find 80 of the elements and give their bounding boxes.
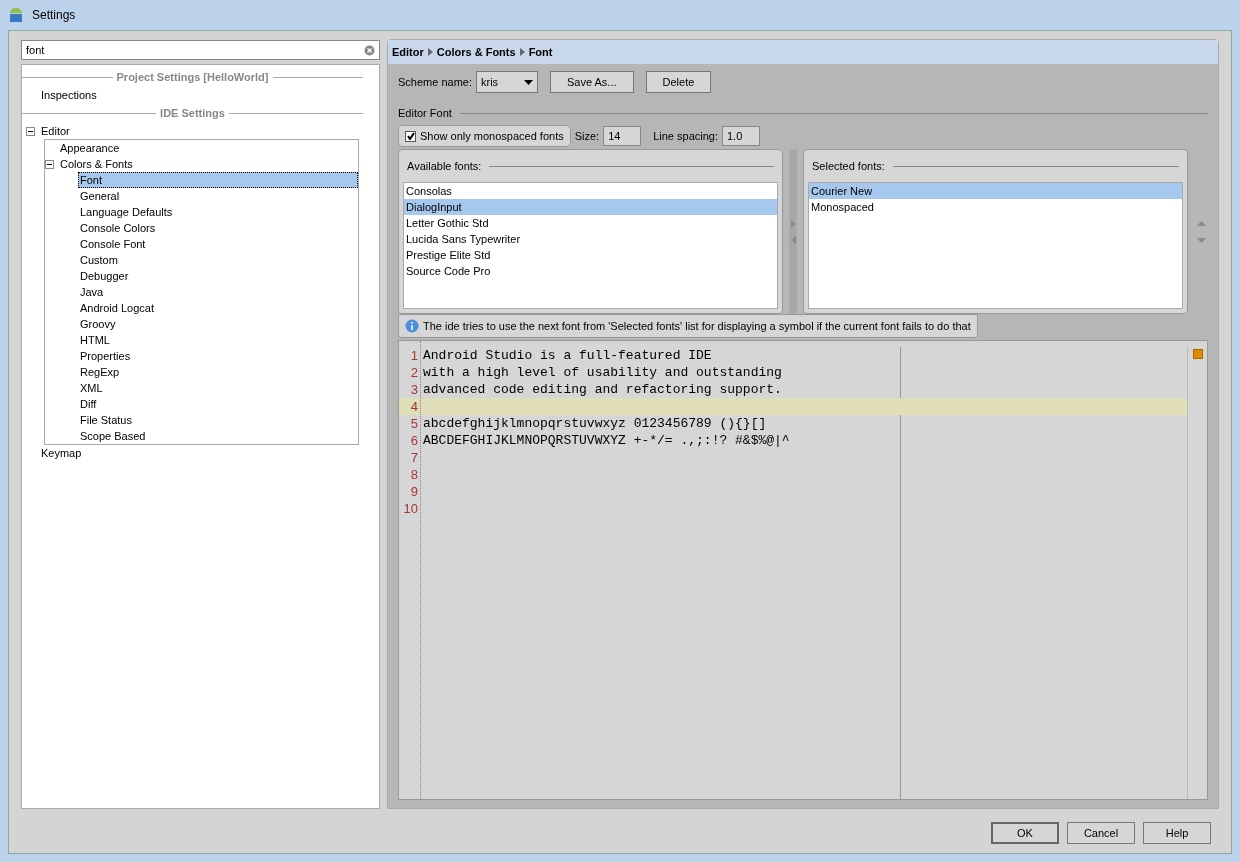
up-arrow-icon[interactable] xyxy=(1196,220,1206,226)
caret-icon xyxy=(524,79,533,85)
error-stripe-marker xyxy=(1192,349,1203,359)
tree-item[interactable]: Java xyxy=(78,284,358,300)
tree-item[interactable]: Console Font xyxy=(78,236,358,252)
chevron-icon xyxy=(519,48,525,56)
line-number: 7 xyxy=(410,450,418,465)
tree-item[interactable]: Groovy xyxy=(78,316,358,332)
search-field[interactable]: font xyxy=(21,40,380,60)
font-list-item[interactable]: Source Code Pro xyxy=(404,263,777,279)
tree-item[interactable]: Debugger xyxy=(78,268,358,284)
code-line: ABCDEFGHIJKLMNOPQRSTUVWXYZ +-*/= .,;:!? #&$%@|^ xyxy=(423,433,790,448)
list-title: Available fonts: xyxy=(407,158,482,174)
tree-item[interactable]: Keymap xyxy=(39,445,363,461)
spacing-field[interactable]: 1.0 xyxy=(722,126,760,146)
tree-item[interactable]: Font xyxy=(78,172,358,188)
font-list-item[interactable]: Consolas xyxy=(404,183,777,199)
code-line: advanced code editing and refactoring support. xyxy=(423,382,782,397)
breadcrumb-item[interactable]: Editor xyxy=(392,43,424,61)
tree-item[interactable]: Scope Based xyxy=(78,428,358,444)
code-line: with a high level of usability and outstanding xyxy=(423,365,782,380)
section-title: IDE Settings xyxy=(160,105,225,121)
down-arrow-icon[interactable] xyxy=(1196,237,1206,243)
tree-item[interactable]: RegExp xyxy=(78,364,358,380)
tree-item[interactable]: Custom xyxy=(78,252,358,268)
dialog-button[interactable]: OK xyxy=(991,822,1059,844)
font-list-item[interactable]: Monospaced xyxy=(809,199,1182,215)
scheme-dropdown[interactable]: kris xyxy=(476,71,538,93)
tree-item[interactable]: Appearance xyxy=(58,140,358,156)
tree-item[interactable]: Properties xyxy=(78,348,358,364)
chevron-icon xyxy=(427,48,433,56)
font-list-item[interactable]: DialogInput xyxy=(404,199,777,215)
tree-item[interactable]: Android Logcat xyxy=(78,300,358,316)
code-line: Android Studio is a full-featured IDE xyxy=(423,348,712,363)
line-number: 2 xyxy=(410,365,418,380)
collapse-icon[interactable] xyxy=(45,159,54,169)
group-title: Editor Font xyxy=(398,105,452,121)
line-number: 3 xyxy=(410,382,418,397)
scheme-button[interactable]: Save As... xyxy=(550,71,634,93)
spacing-label: Line spacing: xyxy=(653,128,718,144)
code-line: abcdefghijklmnopqrstuvwxyz 0123456789 (){}[] xyxy=(423,416,767,431)
tree-item[interactable]: HTML xyxy=(78,332,358,348)
line-number: 10 xyxy=(403,501,418,516)
font-list-item[interactable]: Courier New xyxy=(809,183,1182,199)
tree-item[interactable]: Colors & Fonts xyxy=(58,156,358,172)
size-label: Size: xyxy=(574,128,600,144)
tree-item[interactable]: XML xyxy=(78,380,358,396)
line-number: 8 xyxy=(410,467,418,482)
line-number: 4 xyxy=(410,399,418,414)
info-icon xyxy=(405,319,419,333)
breadcrumb-item[interactable]: Font xyxy=(528,43,553,61)
scheme-label: Scheme name: xyxy=(398,74,472,90)
window-title: Settings xyxy=(32,7,76,24)
line-number: 9 xyxy=(410,484,418,499)
tree-item[interactable]: Console Colors xyxy=(78,220,358,236)
collapse-icon[interactable] xyxy=(26,126,35,136)
list-title: Selected fonts: xyxy=(812,158,885,174)
scheme-button[interactable]: Delete xyxy=(645,71,712,93)
monospaced-checkbox[interactable]: Show only monospaced fonts xyxy=(398,125,571,147)
tree-item[interactable]: Inspections xyxy=(39,87,363,103)
line-number: 1 xyxy=(410,348,418,363)
dialog-button[interactable]: Cancel xyxy=(1067,822,1135,844)
tree-item[interactable]: Language Defaults xyxy=(78,204,358,220)
hint-text: The ide tries to use the next font from 'Selected fonts' list for displaying a symbol if the current font fails to do that xyxy=(423,318,971,334)
checkbox[interactable] xyxy=(405,130,416,142)
section-title: Project Settings [HelloWorld] xyxy=(116,69,269,85)
font-list-item[interactable]: Prestige Elite Std xyxy=(404,247,777,263)
tree-item[interactable]: General xyxy=(78,188,358,204)
tree-item[interactable]: File Status xyxy=(78,412,358,428)
dialog-button[interactable]: Help xyxy=(1143,822,1211,844)
clear-icon[interactable] xyxy=(364,44,375,56)
breadcrumb-item[interactable]: Colors & Fonts xyxy=(436,43,516,61)
tree-item[interactable]: Diff xyxy=(78,396,358,412)
line-number: 6 xyxy=(410,433,418,448)
font-list-item[interactable]: Letter Gothic Std xyxy=(404,215,777,231)
check-icon xyxy=(406,132,415,140)
font-list-item[interactable]: Lucida Sans Typewriter xyxy=(404,231,777,247)
size-field[interactable]: 14 xyxy=(603,126,642,146)
line-number: 5 xyxy=(410,416,418,431)
tree-item[interactable]: Editor xyxy=(39,123,363,139)
